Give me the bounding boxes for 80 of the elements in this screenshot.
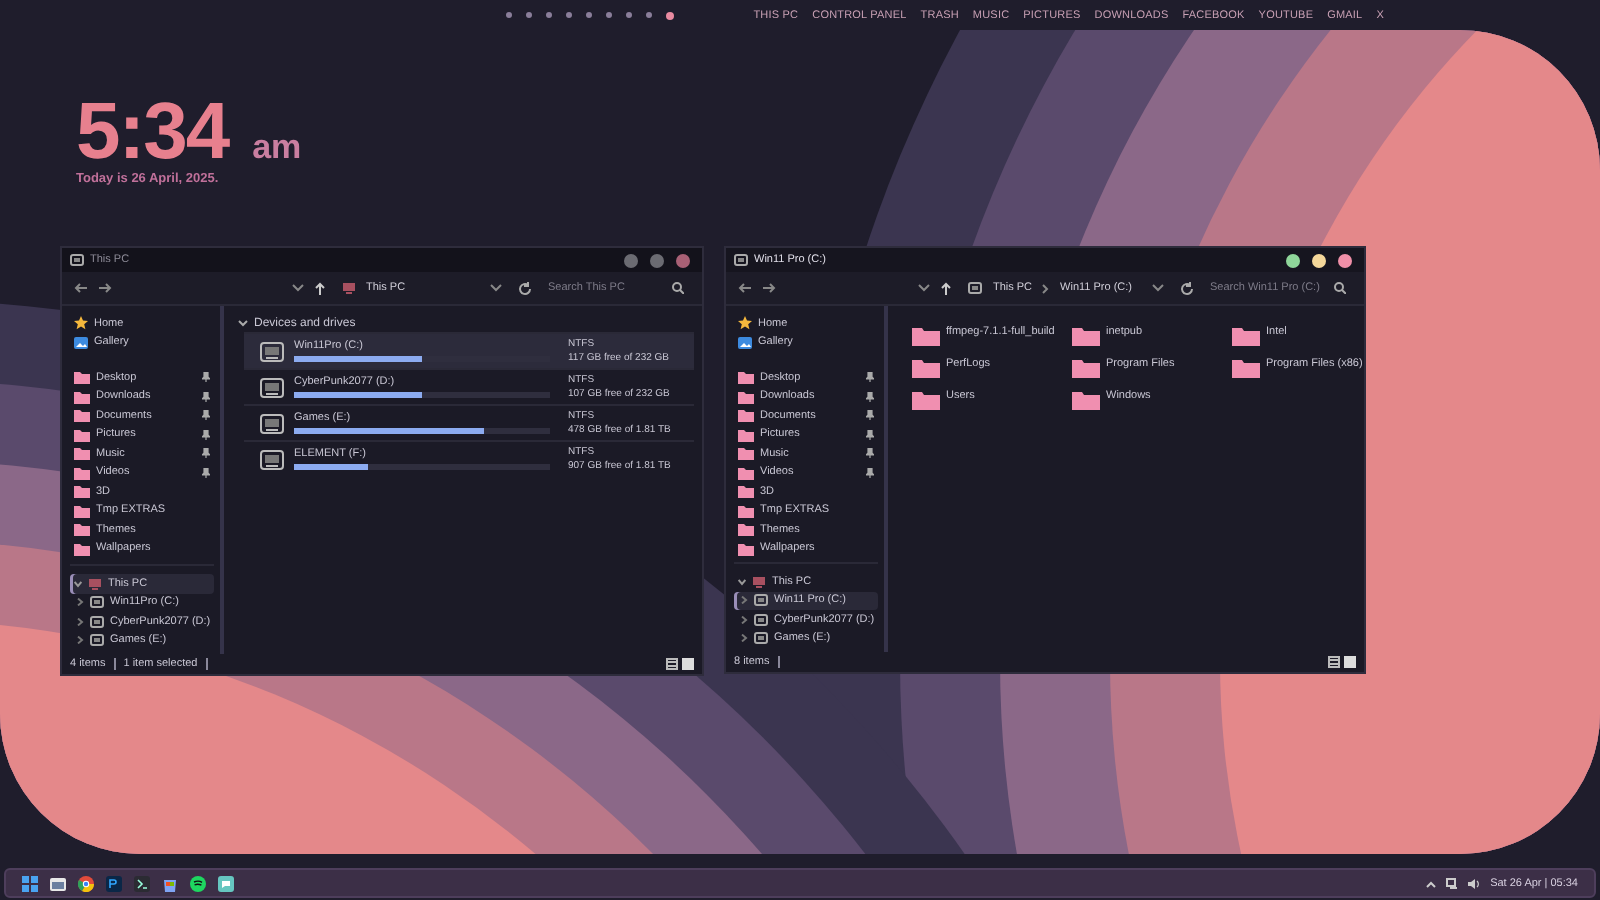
forward-arrow-icon[interactable] xyxy=(98,282,112,294)
up-arrow-icon[interactable] xyxy=(314,281,326,295)
forward-arrow-icon[interactable] xyxy=(762,282,776,294)
workspace-dot[interactable] xyxy=(625,12,632,18)
close-button[interactable] xyxy=(1338,253,1352,267)
computer-icon xyxy=(342,282,356,294)
clock-time: 5:34 xyxy=(76,96,229,168)
refresh-icon[interactable] xyxy=(1180,281,1194,295)
workspace-dot[interactable] xyxy=(545,12,552,18)
star-icon xyxy=(738,316,752,331)
chevron-icon xyxy=(76,617,84,626)
close-button[interactable] xyxy=(676,253,690,267)
star-icon xyxy=(74,316,88,331)
picture-icon xyxy=(738,335,752,350)
workspace-dot[interactable] xyxy=(505,12,512,18)
chevron-icon xyxy=(740,596,748,605)
chevron-icon xyxy=(238,319,248,327)
drive-icon xyxy=(734,254,748,266)
caret-icon[interactable] xyxy=(292,284,304,292)
picture-icon xyxy=(74,335,88,350)
workspace-dot[interactable] xyxy=(645,12,652,18)
maximize-button[interactable] xyxy=(1312,253,1326,267)
start-icon[interactable] xyxy=(22,875,38,891)
music-app-icon[interactable] xyxy=(190,875,206,891)
back-arrow-icon[interactable] xyxy=(74,282,88,294)
up-arrow-icon[interactable] xyxy=(940,281,953,295)
workspace-dot[interactable] xyxy=(665,11,674,19)
chevron-icon xyxy=(1042,283,1051,293)
drive-icon xyxy=(260,341,284,361)
folder-icon xyxy=(1072,326,1100,346)
tiles-view-icon[interactable] xyxy=(1344,656,1356,668)
back-arrow-icon[interactable] xyxy=(738,282,752,294)
minimize-button[interactable] xyxy=(1286,253,1300,267)
computer-icon xyxy=(88,577,102,590)
folder-icon xyxy=(912,326,940,346)
computer-icon xyxy=(752,575,766,588)
photo-app-icon[interactable] xyxy=(106,875,122,891)
details-view-icon[interactable] xyxy=(1328,656,1340,668)
bag-icon[interactable] xyxy=(162,875,178,891)
search-icon xyxy=(672,282,684,294)
workspace-dot[interactable] xyxy=(585,12,592,18)
drive-icon xyxy=(70,254,84,266)
drive-icon xyxy=(90,596,104,609)
workspace-dot[interactable] xyxy=(525,12,532,18)
refresh-icon[interactable] xyxy=(518,281,532,295)
drive-icon xyxy=(260,413,284,433)
drive-icon xyxy=(90,634,104,647)
folder-icon[interactable] xyxy=(50,875,66,891)
terminal-icon[interactable] xyxy=(134,875,150,891)
browser-icon[interactable] xyxy=(78,875,94,891)
caret-icon[interactable] xyxy=(1152,284,1164,292)
details-view-icon[interactable] xyxy=(666,658,678,670)
chevron-icon xyxy=(76,598,84,607)
caret-icon[interactable] xyxy=(490,284,502,292)
search-icon xyxy=(1334,282,1346,294)
folder-icon xyxy=(1232,358,1260,378)
chevron-icon xyxy=(738,577,746,586)
folder-icon xyxy=(1072,390,1100,410)
speaker-icon[interactable] xyxy=(1468,877,1481,889)
chevron-up-icon[interactable] xyxy=(1426,879,1437,887)
caret-icon[interactable] xyxy=(918,284,931,292)
tiles-view-icon[interactable] xyxy=(682,658,694,670)
chevron-icon xyxy=(74,579,82,588)
chat-icon[interactable] xyxy=(218,875,234,891)
drive-icon xyxy=(754,613,768,626)
chevron-icon xyxy=(740,615,748,624)
drive-icon xyxy=(260,449,284,469)
drive-icon xyxy=(260,377,284,397)
folder-icon xyxy=(1232,326,1260,346)
workspace-dot[interactable] xyxy=(605,12,612,18)
clock-meridiem: am xyxy=(252,130,302,168)
chevron-icon xyxy=(76,636,84,645)
chevron-icon xyxy=(740,634,748,643)
drive-icon xyxy=(754,632,768,645)
workspace-dot[interactable] xyxy=(565,12,572,18)
network-icon[interactable] xyxy=(1446,877,1459,889)
drive-icon xyxy=(754,594,768,607)
drive-icon xyxy=(90,615,104,628)
folder-icon xyxy=(912,390,940,410)
drive-icon xyxy=(968,282,983,294)
